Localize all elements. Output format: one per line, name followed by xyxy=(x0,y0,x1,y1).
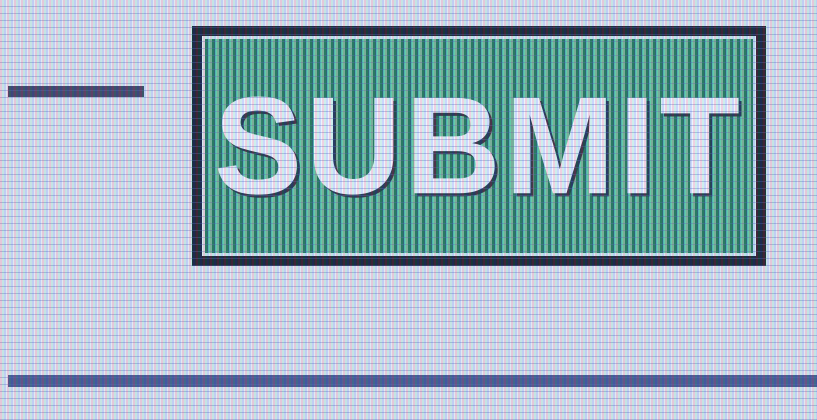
submit-button-label: SUBMIT xyxy=(214,68,744,223)
horizontal-rule xyxy=(8,86,144,97)
submit-button-face[interactable]: SUBMIT xyxy=(202,36,756,256)
bottom-divider xyxy=(8,375,817,387)
submit-button[interactable]: SUBMIT xyxy=(192,26,766,266)
